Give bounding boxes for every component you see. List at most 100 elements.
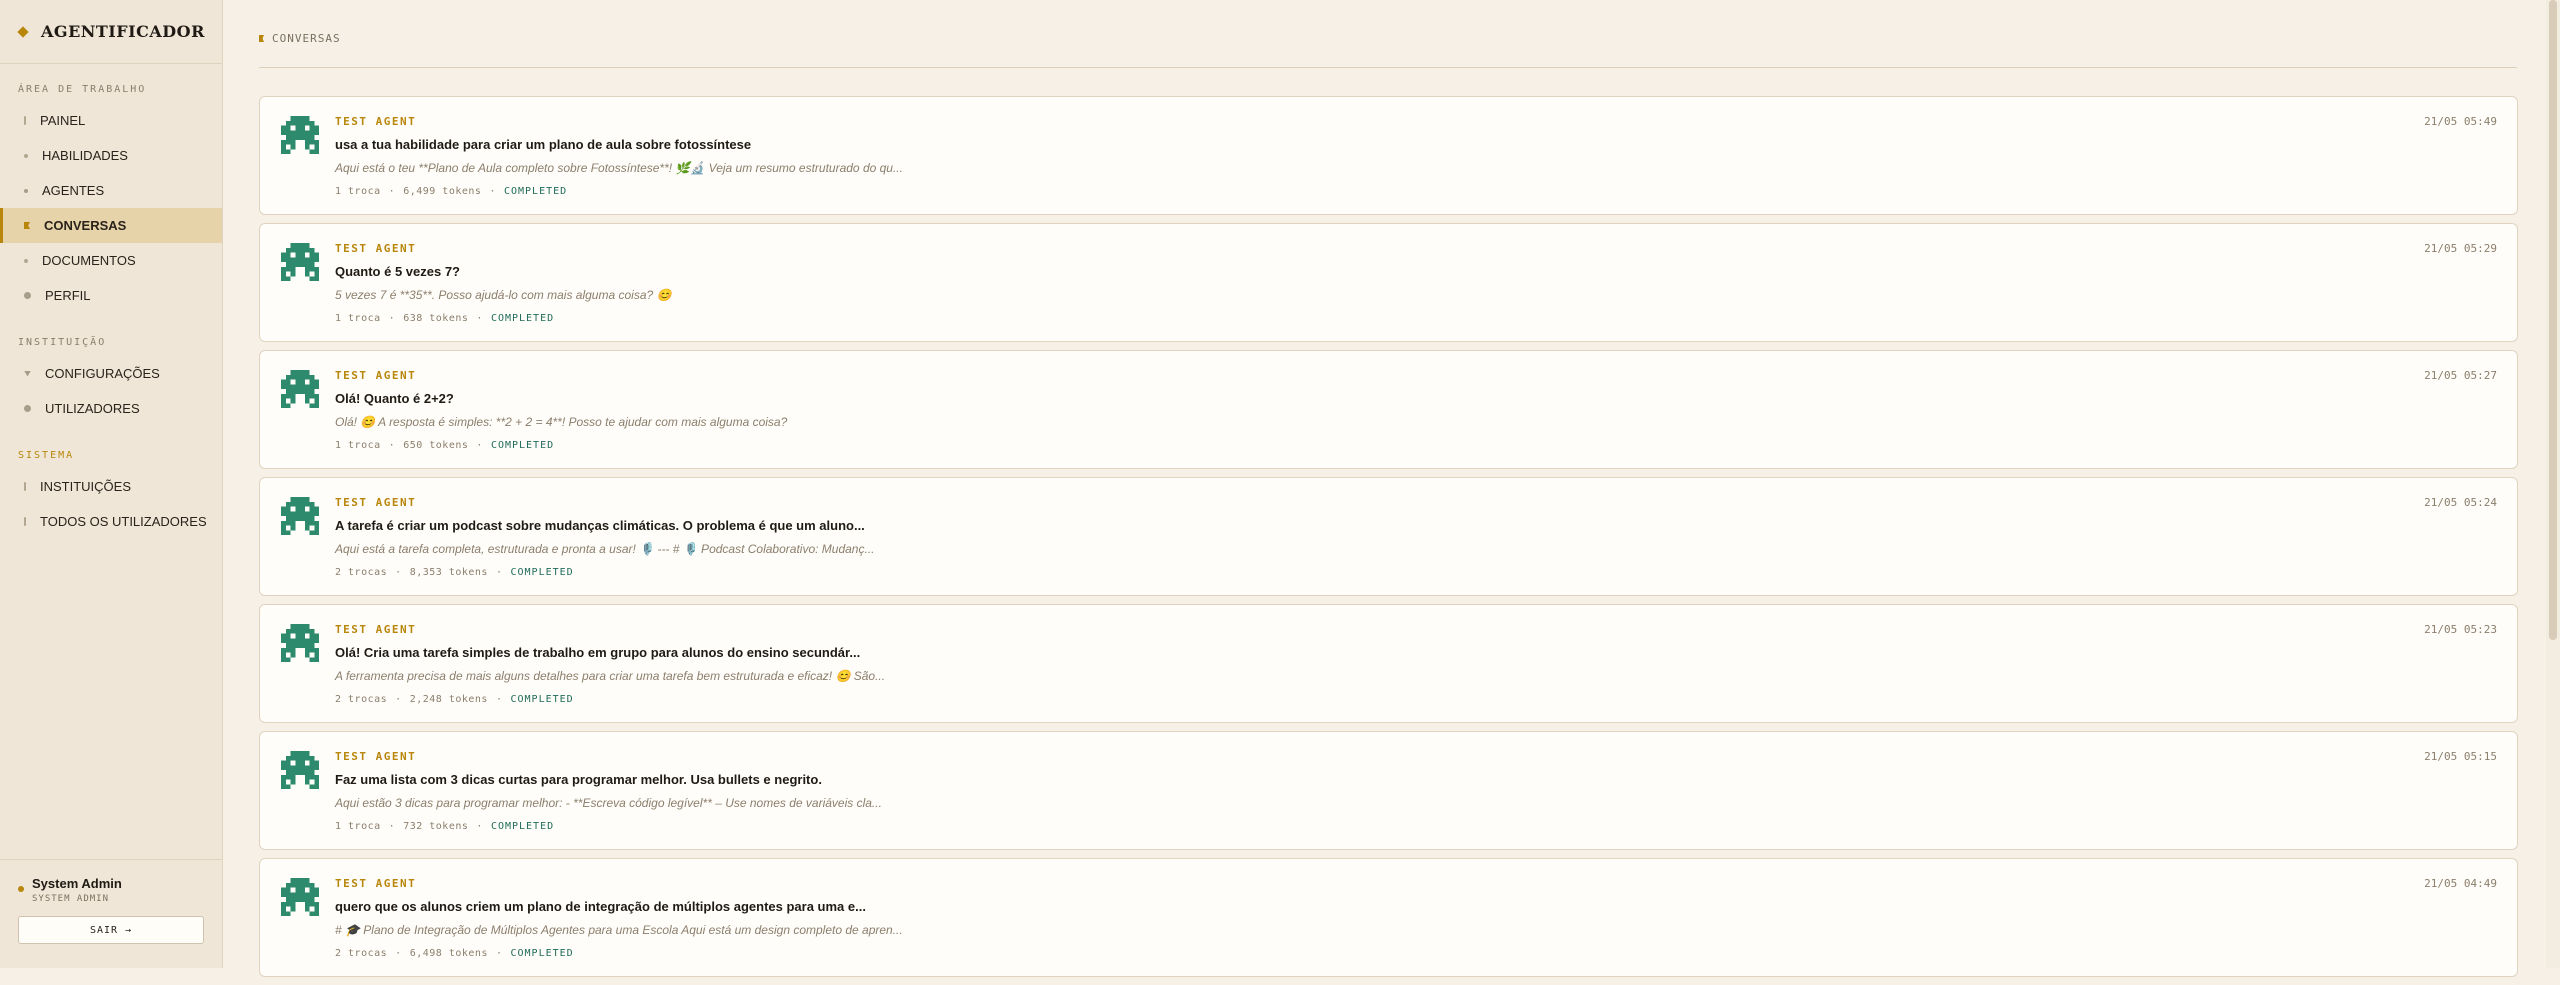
agent-name: TEST AGENT <box>335 115 417 128</box>
sidebar: AGENTIFICADOR ÁREA DE TRABALHO PAINEL HABI… <box>0 0 223 968</box>
agent-avatar-icon <box>281 624 319 662</box>
conversation-card[interactable]: TEST AGENT Olá! Cria uma tarefa simples d… <box>259 604 2518 723</box>
meta-separator: · <box>388 440 396 451</box>
meta-separator: · <box>476 821 483 832</box>
status-badge: COMPLETED <box>490 821 555 832</box>
conversation-title: Quanto é 5 vezes 7? <box>335 264 460 279</box>
conversation-card[interactable]: TEST AGENT Faz uma lista com 3 dicas curt… <box>259 731 2518 850</box>
sidebar-item-habilidades[interactable]: HABILIDADES <box>0 138 222 173</box>
agent-avatar-icon <box>281 116 319 154</box>
agent-avatar-icon <box>281 497 319 535</box>
header-divider <box>259 67 2517 68</box>
sidebar-nav: ÁREA DE TRABALHO PAINEL HABILIDADES AGENTES… <box>0 84 222 539</box>
token-count: 638 tokens <box>403 313 469 324</box>
nav-section-label: ÁREA DE TRABALHO <box>18 84 147 95</box>
sidebar-item-agentes[interactable]: AGENTES <box>0 173 222 208</box>
conversation-meta: 1 troca · 650 tokens · COMPLETED <box>335 440 554 451</box>
sidebar-item-configuracoes[interactable]: CONFIGURAÇÕES <box>0 356 222 391</box>
agent-avatar-icon <box>281 243 319 281</box>
sidebar-item-label: INSTITUIÇÕES <box>40 479 132 494</box>
diamond-logo-icon <box>17 25 29 38</box>
conversation-preview: Aqui estão 3 dicas para programar melhor… <box>335 796 882 810</box>
bar-icon <box>24 517 26 526</box>
dot-icon <box>24 258 28 263</box>
triangle-icon <box>24 370 31 377</box>
status-badge: COMPLETED <box>490 313 555 324</box>
conversation-timestamp: 21/05 05:23 <box>2424 623 2497 636</box>
sidebar-item-label: CONFIGURAÇÕES <box>45 366 160 381</box>
breadcrumb: CONVERSAS <box>259 32 341 45</box>
sidebar-item-perfil[interactable]: PERFIL <box>0 278 222 313</box>
agent-name: TEST AGENT <box>335 750 417 763</box>
meta-separator: · <box>489 186 496 197</box>
scrollbar-thumb[interactable] <box>2549 0 2557 640</box>
conversation-meta: 2 trocas · 6,498 tokens · COMPLETED <box>335 948 574 959</box>
conversation-card[interactable]: TEST AGENT Olá! Quanto é 2+2? Olá! 😊 A res… <box>259 350 2518 469</box>
circle-icon <box>24 292 31 299</box>
sidebar-item-label: CONVERSAS <box>44 218 127 233</box>
exchange-count: 1 troca <box>335 186 381 197</box>
main-content: CONVERSAS TEST AGENT usa a tua habilidade… <box>223 0 2560 977</box>
token-count: 2,248 tokens <box>409 694 488 705</box>
user-status-dot-icon <box>18 886 24 892</box>
sidebar-item-todos-os-utilizadores[interactable]: TODOS OS UTILIZADORES <box>0 504 222 539</box>
meta-separator: · <box>388 821 396 832</box>
status-badge: COMPLETED <box>490 440 555 451</box>
bar-icon <box>24 116 26 125</box>
exchange-count: 1 troca <box>335 440 381 451</box>
conversation-timestamp: 21/05 05:15 <box>2424 750 2497 763</box>
status-badge: COMPLETED <box>510 948 574 959</box>
conversation-meta: 1 troca · 6,499 tokens · COMPLETED <box>335 186 567 197</box>
conversation-meta: 1 troca · 732 tokens · COMPLETED <box>335 821 554 832</box>
sidebar-item-documentos[interactable]: DOCUMENTOS <box>0 243 222 278</box>
conversation-title: Faz uma lista com 3 dicas curtas para pr… <box>335 772 822 787</box>
exchange-count: 2 trocas <box>335 694 388 705</box>
conversation-meta: 1 troca · 638 tokens · COMPLETED <box>335 313 554 324</box>
conversation-preview: Olá! 😊 A resposta é simples: **2 + 2 = 4… <box>335 415 788 429</box>
agent-name: TEST AGENT <box>335 369 417 382</box>
sidebar-item-instituicoes[interactable]: INSTITUIÇÕES <box>0 469 222 504</box>
meta-separator: · <box>476 313 483 324</box>
meta-separator: · <box>395 948 402 959</box>
flag-icon <box>24 222 30 229</box>
sidebar-item-conversas[interactable]: CONVERSAS <box>0 208 222 243</box>
app-name: AGENTIFICADOR <box>41 22 205 41</box>
conversation-card[interactable]: TEST AGENT A tarefa é criar um podcast so… <box>259 477 2518 596</box>
agent-name: TEST AGENT <box>335 623 417 636</box>
meta-separator: · <box>388 313 396 324</box>
agent-avatar-icon <box>281 878 319 916</box>
scrollbar[interactable] <box>2546 0 2560 968</box>
agent-name: TEST AGENT <box>335 877 417 890</box>
conversation-title: Olá! Quanto é 2+2? <box>335 391 454 406</box>
user-name: System Admin <box>32 876 122 891</box>
conversation-list: TEST AGENT usa a tua habilidade para cria… <box>259 96 2518 985</box>
conversation-timestamp: 21/05 05:29 <box>2424 242 2497 255</box>
status-badge: COMPLETED <box>510 694 574 705</box>
spark-icon <box>24 188 28 193</box>
conversation-meta: 2 trocas · 2,248 tokens · COMPLETED <box>335 694 574 705</box>
sidebar-item-label: PAINEL <box>40 113 86 128</box>
flag-icon <box>259 35 264 42</box>
conversation-meta: 2 trocas · 8,353 tokens · COMPLETED <box>335 567 574 578</box>
conversation-title: Olá! Cria uma tarefa simples de trabalho… <box>335 645 861 660</box>
conversation-title: quero que os alunos criem um plano de in… <box>335 899 866 914</box>
agent-avatar-icon <box>281 370 319 408</box>
token-count: 732 tokens <box>403 821 469 832</box>
conversation-preview: # 🎓 Plano de Integração de Múltiplos Age… <box>335 923 903 937</box>
conversation-card[interactable]: TEST AGENT quero que os alunos criem um p… <box>259 858 2518 977</box>
sidebar-item-utilizadores[interactable]: UTILIZADORES <box>0 391 222 426</box>
conversation-timestamp: 21/05 05:24 <box>2424 496 2497 509</box>
user-panel: System Admin SYSTEM ADMIN SAIR → <box>0 859 222 968</box>
token-count: 6,499 tokens <box>403 186 482 197</box>
bar-icon <box>24 482 26 491</box>
exchange-count: 1 troca <box>335 821 381 832</box>
sidebar-item-painel[interactable]: PAINEL <box>0 103 222 138</box>
exchange-count: 2 trocas <box>335 567 388 578</box>
token-count: 8,353 tokens <box>409 567 488 578</box>
meta-separator: · <box>388 186 396 197</box>
conversation-card[interactable]: TEST AGENT Quanto é 5 vezes 7? 5 vezes 7 é… <box>259 223 2518 342</box>
logout-button[interactable]: SAIR → <box>18 916 204 944</box>
brand[interactable]: AGENTIFICADOR <box>0 0 222 64</box>
sidebar-item-label: PERFIL <box>45 288 91 303</box>
conversation-card[interactable]: TEST AGENT usa a tua habilidade para cria… <box>259 96 2518 215</box>
